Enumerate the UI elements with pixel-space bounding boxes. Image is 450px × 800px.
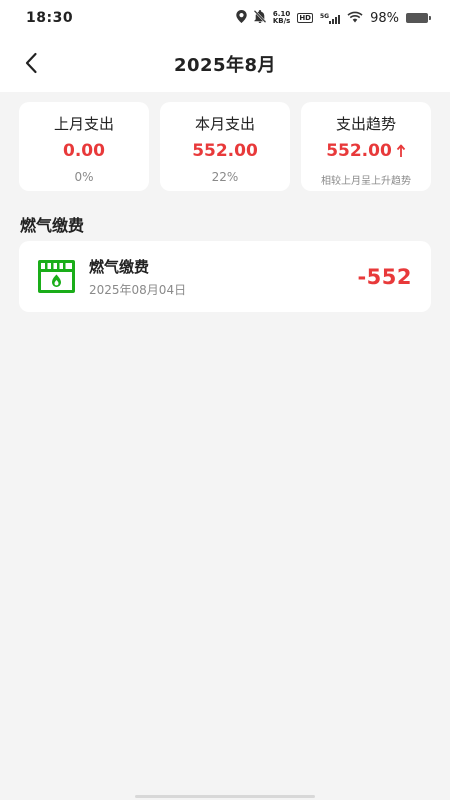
signal-label: 5G — [319, 12, 330, 20]
list-item[interactable]: 燃气缴费 2025年08月04日 -552 — [19, 241, 431, 312]
chevron-left-icon — [25, 52, 37, 74]
hd-badge: HD — [297, 13, 313, 23]
record-info: 燃气缴费 2025年08月04日 — [89, 256, 357, 298]
battery-percentage: 98% — [370, 10, 399, 26]
card-title: 上月支出 — [53, 115, 114, 133]
wifi-icon — [347, 11, 363, 26]
page-title: 2025年8月 — [173, 55, 277, 76]
record-amount: -552 — [357, 264, 412, 289]
card-title: 支出趋势 — [335, 115, 396, 133]
card-value: 552.00 — [326, 141, 406, 161]
header: 18:30 6.10 KB/s HD 5G 98% 2025年8月 — [0, 0, 450, 92]
section-title: 燃气缴费 — [20, 216, 85, 235]
card-title: 本月支出 — [194, 115, 255, 133]
battery-icon — [406, 13, 431, 23]
card-value: 552.00 — [192, 141, 258, 161]
card-sub: 0% — [74, 170, 94, 184]
card-sub: 22% — [211, 170, 239, 184]
record-date: 2025年08月04日 — [89, 282, 187, 297]
bell-off-icon — [253, 10, 267, 26]
back-button[interactable] — [16, 48, 46, 78]
status-bar: 18:30 6.10 KB/s HD 5G 98% — [0, 0, 450, 36]
card-sub: 相较上月呈上升趋势 — [321, 176, 411, 187]
net-speed: 6.10 KB/s — [272, 10, 291, 25]
gas-meter-icon — [38, 260, 75, 293]
record-name: 燃气缴费 — [89, 257, 150, 276]
arrow-up-icon — [396, 144, 405, 157]
last-month-card: 上月支出 0.00 0% — [19, 102, 149, 191]
home-indicator[interactable] — [135, 795, 315, 798]
status-time: 18:30 — [26, 10, 74, 26]
nav-bar: 2025年8月 — [0, 36, 450, 92]
card-value: 0.00 — [63, 141, 105, 161]
summary-cards: 上月支出 0.00 0% 本月支出 552.00 22% 支出趋势 552.00… — [0, 92, 450, 191]
location-icon — [236, 10, 247, 26]
this-month-card: 本月支出 552.00 22% — [160, 102, 290, 191]
trend-card: 支出趋势 552.00 相较上月呈上升趋势 — [301, 102, 431, 191]
cellular-signal: 5G — [319, 12, 341, 24]
signal-bars-icon — [329, 13, 341, 24]
status-icons: 6.10 KB/s HD 5G 98% — [236, 10, 431, 26]
